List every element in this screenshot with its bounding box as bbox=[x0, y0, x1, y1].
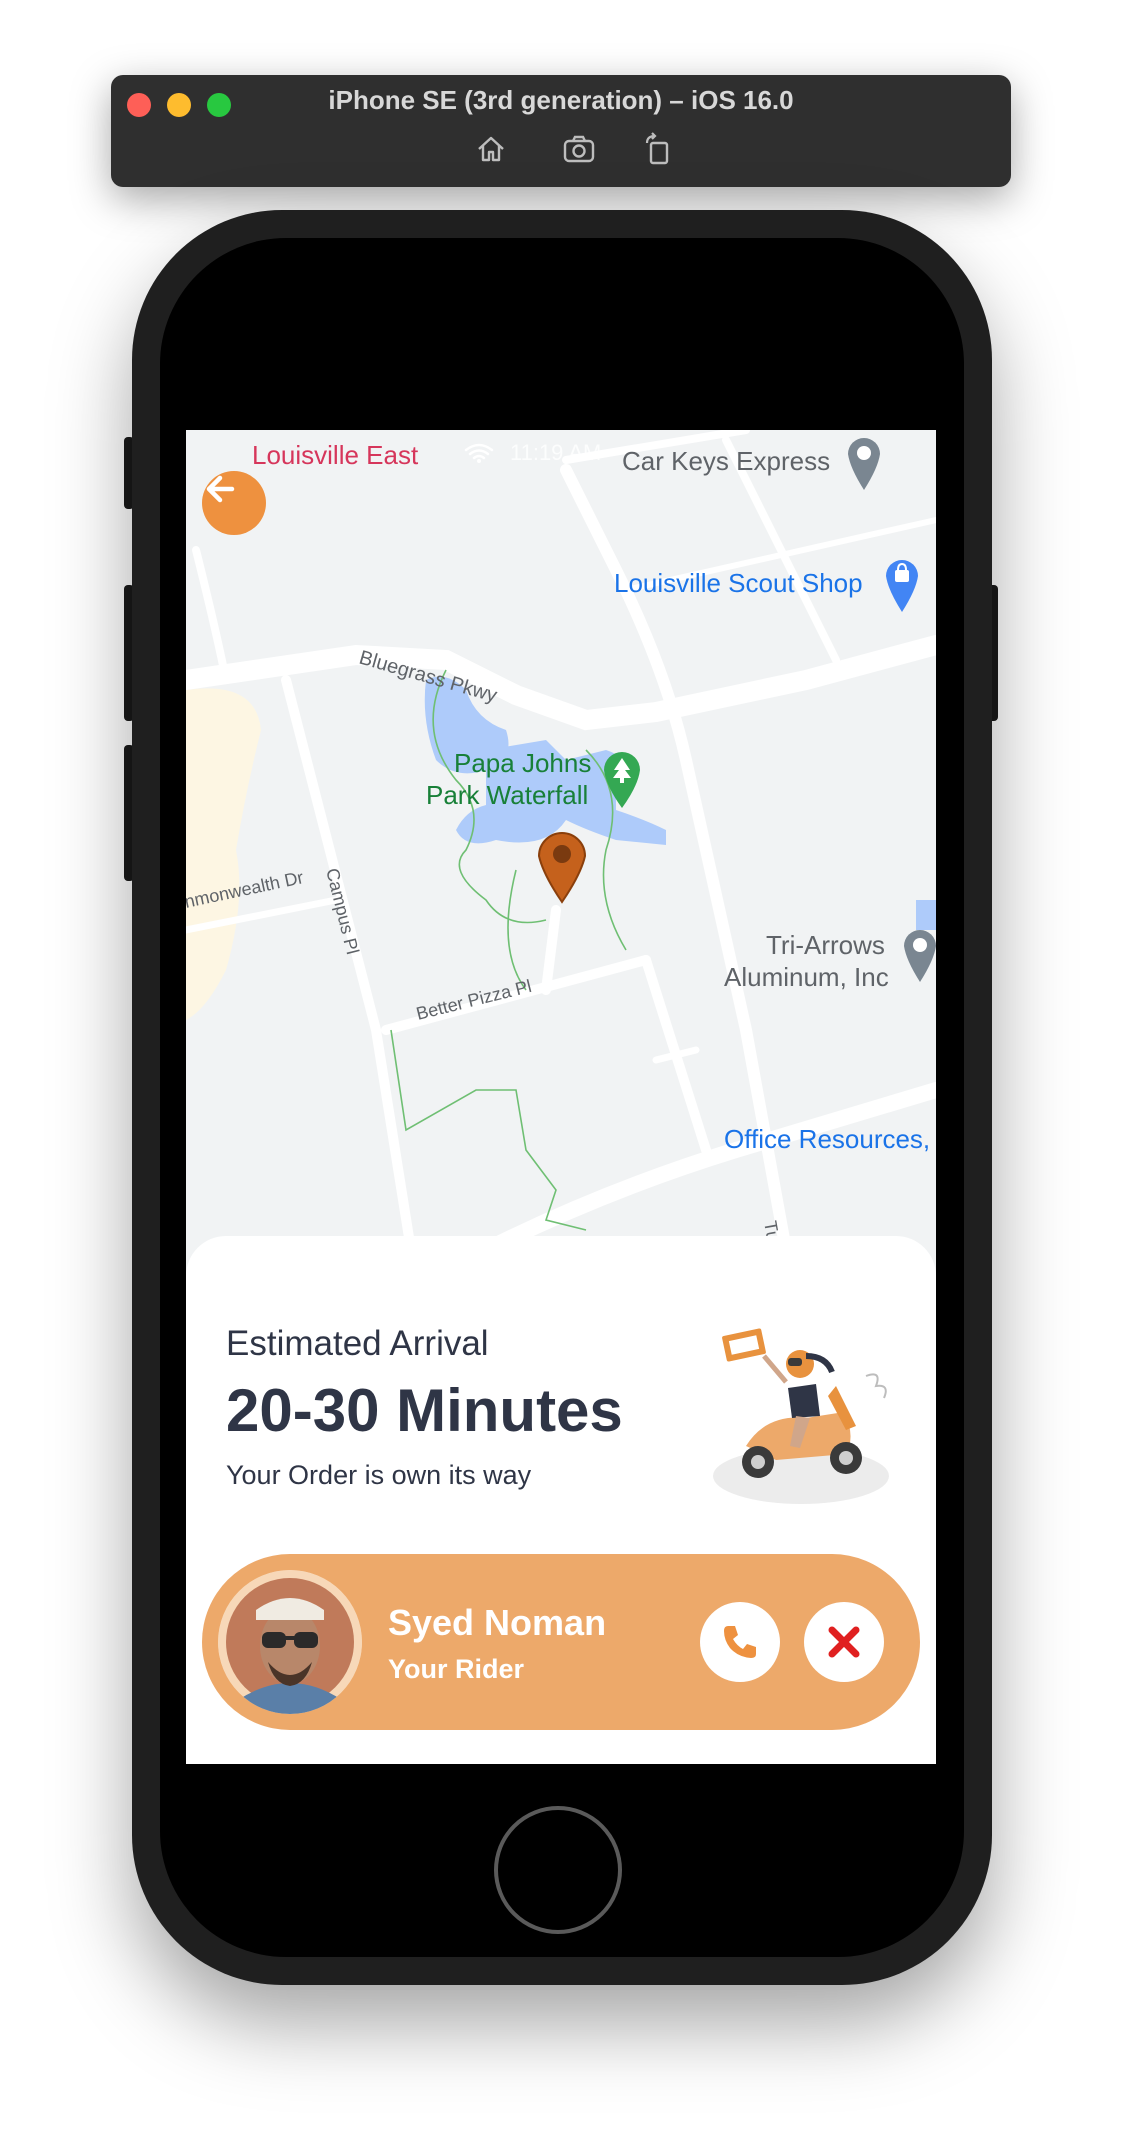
back-button[interactable] bbox=[202, 471, 266, 535]
poi-car-keys-express[interactable]: Car Keys Express bbox=[622, 446, 830, 477]
eta-label: Estimated Arrival bbox=[226, 1324, 489, 1363]
cancel-order-button[interactable] bbox=[804, 1602, 884, 1682]
simulator-title-bar: iPhone SE (3rd generation) – iOS 16.0 bbox=[111, 75, 1011, 187]
poi-tri-arrows-line2[interactable]: Aluminum, Inc bbox=[724, 962, 889, 993]
phone-icon bbox=[724, 1626, 756, 1658]
status-hotel-text: Louisville East bbox=[252, 440, 419, 470]
screenshot-icon[interactable] bbox=[561, 131, 597, 167]
poi-park-waterfall-line2[interactable]: Park Waterfall bbox=[426, 780, 588, 811]
rider-card: Syed Noman Your Rider bbox=[202, 1554, 920, 1730]
eta-value: 20-30 Minutes bbox=[226, 1377, 623, 1444]
app-screen: Bluegrass Pkwy nmonwealth Dr Campus Pl B… bbox=[186, 430, 936, 1764]
poi-office-resources[interactable]: Office Resources, bbox=[724, 1124, 930, 1155]
delivery-sheet: Estimated Arrival 20-30 Minutes Your Ord… bbox=[186, 1236, 936, 1764]
close-icon bbox=[828, 1626, 860, 1658]
status-time: 11:19 AM bbox=[510, 440, 602, 465]
rider-role: Your Rider bbox=[388, 1654, 525, 1684]
poi-louisville-scout-shop[interactable]: Louisville Scout Shop bbox=[614, 568, 863, 599]
poi-tri-arrows-line1[interactable]: Tri-Arrows bbox=[766, 930, 885, 961]
home-button[interactable] bbox=[494, 1806, 622, 1934]
map-view[interactable]: Bluegrass Pkwy nmonwealth Dr Campus Pl B… bbox=[186, 430, 936, 1250]
poi-park-waterfall-line1[interactable]: Papa Johns bbox=[454, 748, 591, 779]
rider-name: Syed Noman bbox=[388, 1602, 607, 1643]
scooter-rider-illustration bbox=[706, 1326, 896, 1506]
home-icon[interactable] bbox=[473, 131, 509, 167]
rider-avatar[interactable] bbox=[218, 1570, 362, 1714]
simulator-title: iPhone SE (3rd generation) – iOS 16.0 bbox=[328, 85, 794, 115]
order-status-text: Your Order is own its way bbox=[226, 1460, 532, 1490]
arrow-left-icon bbox=[206, 475, 235, 503]
call-rider-button[interactable] bbox=[700, 1602, 780, 1682]
rotate-icon[interactable] bbox=[641, 131, 677, 167]
